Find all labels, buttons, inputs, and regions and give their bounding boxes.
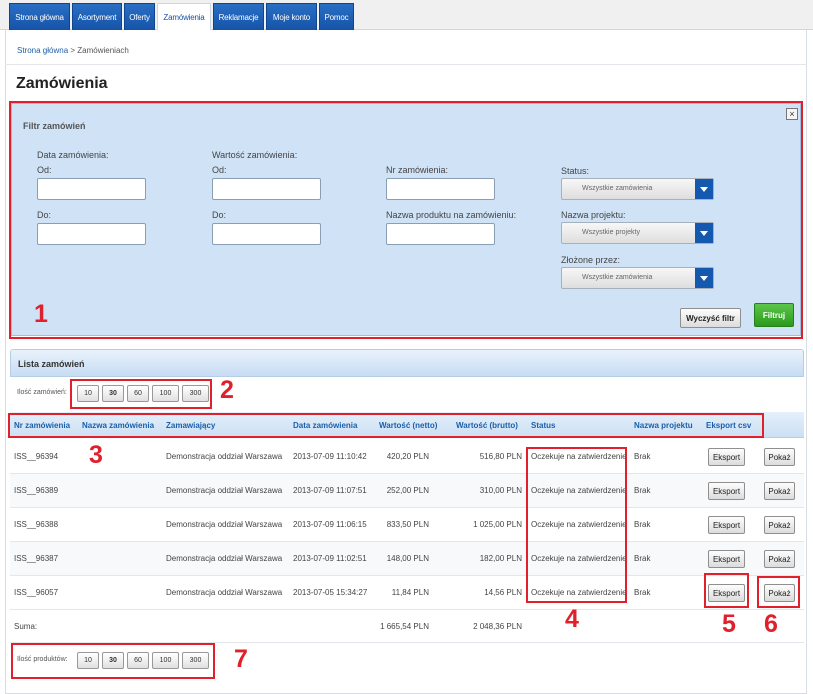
customer-cell: Demonstracja oddział Warszawa — [166, 486, 283, 495]
tab-help[interactable]: Pomoc — [319, 3, 354, 30]
order-date-cell: 2013-07-09 11:07:51 — [293, 486, 367, 495]
annotation-box-1 — [9, 101, 803, 339]
tab-orders[interactable]: Zamówienia — [157, 3, 211, 31]
tab-offers[interactable]: Oferty — [124, 3, 155, 30]
annotation-box-6 — [757, 576, 800, 608]
gross-value-cell: 14,56 PLN — [484, 588, 522, 597]
customer-cell: Demonstracja oddział Warszawa — [166, 554, 283, 563]
tab-home[interactable]: Strona główna — [9, 3, 70, 30]
annotation-number-4: 4 — [565, 605, 579, 633]
annotation-number-2: 2 — [220, 376, 234, 404]
tab-my-account[interactable]: Moje konto — [266, 3, 317, 30]
annotation-box-4 — [526, 447, 627, 603]
order-date-cell: 2013-07-05 15:34:27 — [293, 588, 368, 597]
annotation-box-7 — [11, 643, 215, 679]
show-button[interactable]: Pokaż — [764, 550, 795, 568]
annotation-box-3 — [8, 413, 764, 438]
breadcrumb-home-link[interactable]: Strona główna — [17, 46, 68, 55]
net-value-cell: 420,20 PLN — [386, 452, 429, 461]
project-cell: Brak — [634, 588, 651, 597]
order-date-cell: 2013-07-09 11:02:51 — [293, 554, 367, 563]
project-cell: Brak — [634, 486, 651, 495]
divider — [5, 64, 807, 65]
export-button[interactable]: Eksport — [708, 516, 745, 534]
annotation-box-2 — [70, 379, 212, 409]
gross-value-cell: 1 025,00 PLN — [473, 520, 522, 529]
annotation-number-3: 3 — [89, 441, 103, 469]
tab-assortment[interactable]: Asortyment — [72, 3, 122, 30]
order-number-cell: ISS__96057 — [14, 588, 59, 597]
project-cell: Brak — [634, 554, 651, 563]
gross-value-cell: 182,00 PLN — [479, 554, 522, 563]
order-date-cell: 2013-07-09 11:06:15 — [293, 520, 367, 529]
order-list-title: Lista zamówień — [18, 359, 85, 369]
order-number-cell: ISS__96394 — [14, 452, 59, 461]
breadcrumb: Strona główna > Zamówieniach — [17, 46, 129, 55]
export-button[interactable]: Eksport — [708, 550, 745, 568]
project-cell: Brak — [634, 452, 651, 461]
annotation-number-5: 5 — [722, 610, 736, 638]
main-nav: Strona główna Asortyment Oferty Zamówien… — [0, 0, 813, 31]
breadcrumb-current: Zamówieniach — [77, 46, 129, 55]
order-number-cell: ISS__96388 — [14, 520, 59, 529]
orders-count-label: Ilość zamówień: — [17, 389, 67, 396]
net-value-cell: 252,00 PLN — [386, 486, 429, 495]
net-value-cell: 11,84 PLN — [391, 588, 429, 597]
sum-net-value: 1 665,54 PLN — [380, 622, 429, 631]
annotation-number-7: 7 — [234, 645, 248, 673]
gross-value-cell: 310,00 PLN — [479, 486, 522, 495]
sum-gross-value: 2 048,36 PLN — [473, 622, 522, 631]
export-button[interactable]: Eksport — [708, 448, 745, 466]
export-button[interactable]: Eksport — [708, 482, 745, 500]
gross-value-cell: 516,80 PLN — [479, 452, 522, 461]
annotation-number-1: 1 — [34, 300, 48, 328]
customer-cell: Demonstracja oddział Warszawa — [166, 588, 283, 597]
order-number-cell: ISS__96387 — [14, 554, 59, 563]
net-value-cell: 833,50 PLN — [386, 520, 429, 529]
sum-label: Suma: — [14, 622, 38, 631]
show-button[interactable]: Pokaż — [764, 482, 795, 500]
order-list-header — [10, 349, 804, 377]
project-cell: Brak — [634, 520, 651, 529]
order-date-cell: 2013-07-09 11:10:42 — [293, 452, 367, 461]
breadcrumb-separator: > — [68, 46, 78, 55]
show-button[interactable]: Pokaż — [764, 516, 795, 534]
tab-complaints[interactable]: Reklamacje — [213, 3, 264, 30]
order-number-cell: ISS__96389 — [14, 486, 59, 495]
page-title: Zamówienia — [16, 75, 108, 92]
annotation-box-5 — [704, 573, 749, 608]
annotation-number-6: 6 — [764, 610, 778, 638]
net-value-cell: 148,00 PLN — [386, 554, 429, 563]
customer-cell: Demonstracja oddział Warszawa — [166, 520, 283, 529]
customer-cell: Demonstracja oddział Warszawa — [166, 452, 283, 461]
show-button[interactable]: Pokaż — [764, 448, 795, 466]
